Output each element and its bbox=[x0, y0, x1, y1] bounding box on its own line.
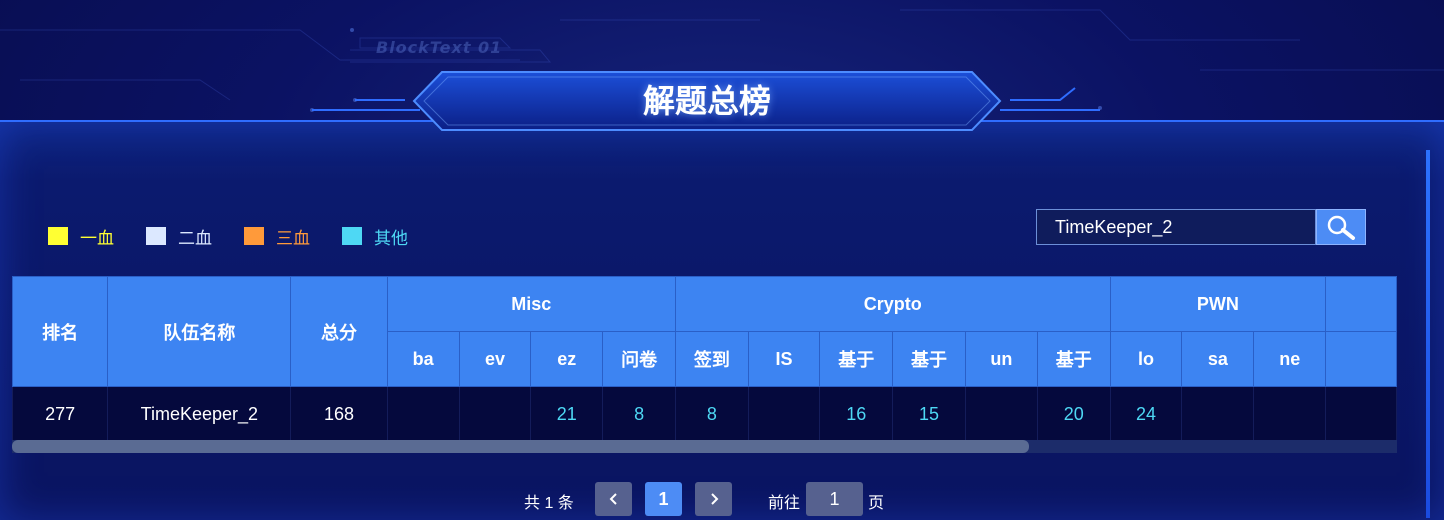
search-input[interactable] bbox=[1036, 209, 1316, 245]
score-cell bbox=[1325, 386, 1397, 442]
score-cell bbox=[747, 386, 821, 442]
team-search bbox=[1036, 209, 1366, 245]
legend-label: 其他 bbox=[374, 228, 408, 249]
goto-page-input[interactable] bbox=[806, 482, 863, 516]
group-header-next bbox=[1325, 276, 1397, 332]
score-cell: 16 bbox=[819, 386, 894, 442]
goto-label: 前往 bbox=[768, 495, 801, 512]
challenge-header: ba bbox=[386, 331, 460, 387]
prev-page-button[interactable] bbox=[595, 482, 632, 516]
score-cell: 20 bbox=[1036, 386, 1111, 442]
group-header-crypto: Crypto bbox=[674, 276, 1111, 332]
challenge-header: 签到 bbox=[674, 331, 749, 387]
legend-item-other: 其他 bbox=[342, 224, 408, 249]
search-button[interactable] bbox=[1316, 209, 1366, 245]
team-name-cell: TimeKeeper_2 bbox=[107, 386, 292, 442]
group-header-misc: Misc bbox=[386, 276, 676, 332]
legend-item-second-blood: 二血 bbox=[146, 224, 212, 249]
legend-swatch bbox=[48, 227, 68, 245]
scoreboard-table: 排名 队伍名称 总分 Misc Crypto PWN ba ev ez 问卷 签… bbox=[12, 276, 1397, 442]
column-header-rank: 排名 bbox=[12, 276, 109, 387]
challenge-header: 问卷 bbox=[602, 331, 676, 387]
score-cell: 21 bbox=[530, 386, 604, 442]
pagination: 共 1 条 1 前往 页 bbox=[0, 482, 1444, 516]
score-cell: 8 bbox=[674, 386, 749, 442]
scrollbar-thumb[interactable] bbox=[12, 440, 1029, 453]
legend-label: 一血 bbox=[80, 228, 114, 249]
legend-label: 二血 bbox=[178, 228, 212, 249]
scoreboard-table-scroll[interactable]: 排名 队伍名称 总分 Misc Crypto PWN ba ev ez 问卷 签… bbox=[12, 276, 1397, 454]
challenge-header: 基于 bbox=[1036, 331, 1111, 387]
page-title: 解题总榜 bbox=[642, 82, 771, 120]
table-row: 277 TimeKeeper_2 168 21 8 8 16 15 20 24 bbox=[12, 386, 1397, 442]
score-cell bbox=[386, 386, 460, 442]
challenge-header: 基于 bbox=[892, 331, 966, 387]
chevron-left-icon bbox=[609, 493, 617, 505]
column-header-total: 总分 bbox=[290, 276, 388, 387]
group-header-pwn: PWN bbox=[1109, 276, 1327, 332]
challenge-header bbox=[1325, 331, 1397, 387]
score-cell: 15 bbox=[892, 386, 966, 442]
score-cell bbox=[1181, 386, 1255, 442]
challenge-header: lo bbox=[1109, 331, 1183, 387]
next-page-button[interactable] bbox=[695, 482, 732, 516]
challenge-header: ez bbox=[530, 331, 604, 387]
score-cell: 8 bbox=[602, 386, 676, 442]
background-watermark-text: BlockText 01 bbox=[376, 38, 503, 57]
column-header-team: 队伍名称 bbox=[107, 276, 292, 387]
legend-label: 三血 bbox=[276, 228, 310, 249]
rank-cell: 277 bbox=[12, 386, 109, 442]
challenge-header: IS bbox=[747, 331, 821, 387]
challenge-header: un bbox=[964, 331, 1038, 387]
blood-legend: 一血 二血 三血 其他 bbox=[48, 224, 440, 249]
search-icon bbox=[1327, 215, 1355, 240]
score-cell bbox=[1253, 386, 1327, 442]
legend-swatch bbox=[146, 227, 166, 245]
legend-item-third-blood: 三血 bbox=[244, 224, 310, 249]
challenge-header: 基于 bbox=[819, 331, 894, 387]
legend-swatch bbox=[342, 227, 362, 245]
legend-item-first-blood: 一血 bbox=[48, 224, 114, 249]
panel-edge-glow bbox=[1426, 150, 1430, 518]
challenge-header: sa bbox=[1181, 331, 1255, 387]
score-cell bbox=[964, 386, 1038, 442]
horizontal-scrollbar[interactable] bbox=[12, 440, 1397, 453]
score-cell bbox=[458, 386, 532, 442]
page-number-current[interactable]: 1 bbox=[645, 482, 682, 516]
score-cell: 24 bbox=[1109, 386, 1183, 442]
title-badge: 解题总榜 bbox=[412, 70, 1002, 132]
challenge-header: ne bbox=[1253, 331, 1327, 387]
challenge-header: ev bbox=[458, 331, 532, 387]
pagination-total: 共 1 条 bbox=[524, 495, 574, 512]
total-score-cell: 168 bbox=[290, 386, 388, 442]
page-unit-label: 页 bbox=[868, 495, 885, 512]
chevron-right-icon bbox=[710, 493, 718, 505]
legend-swatch bbox=[244, 227, 264, 245]
